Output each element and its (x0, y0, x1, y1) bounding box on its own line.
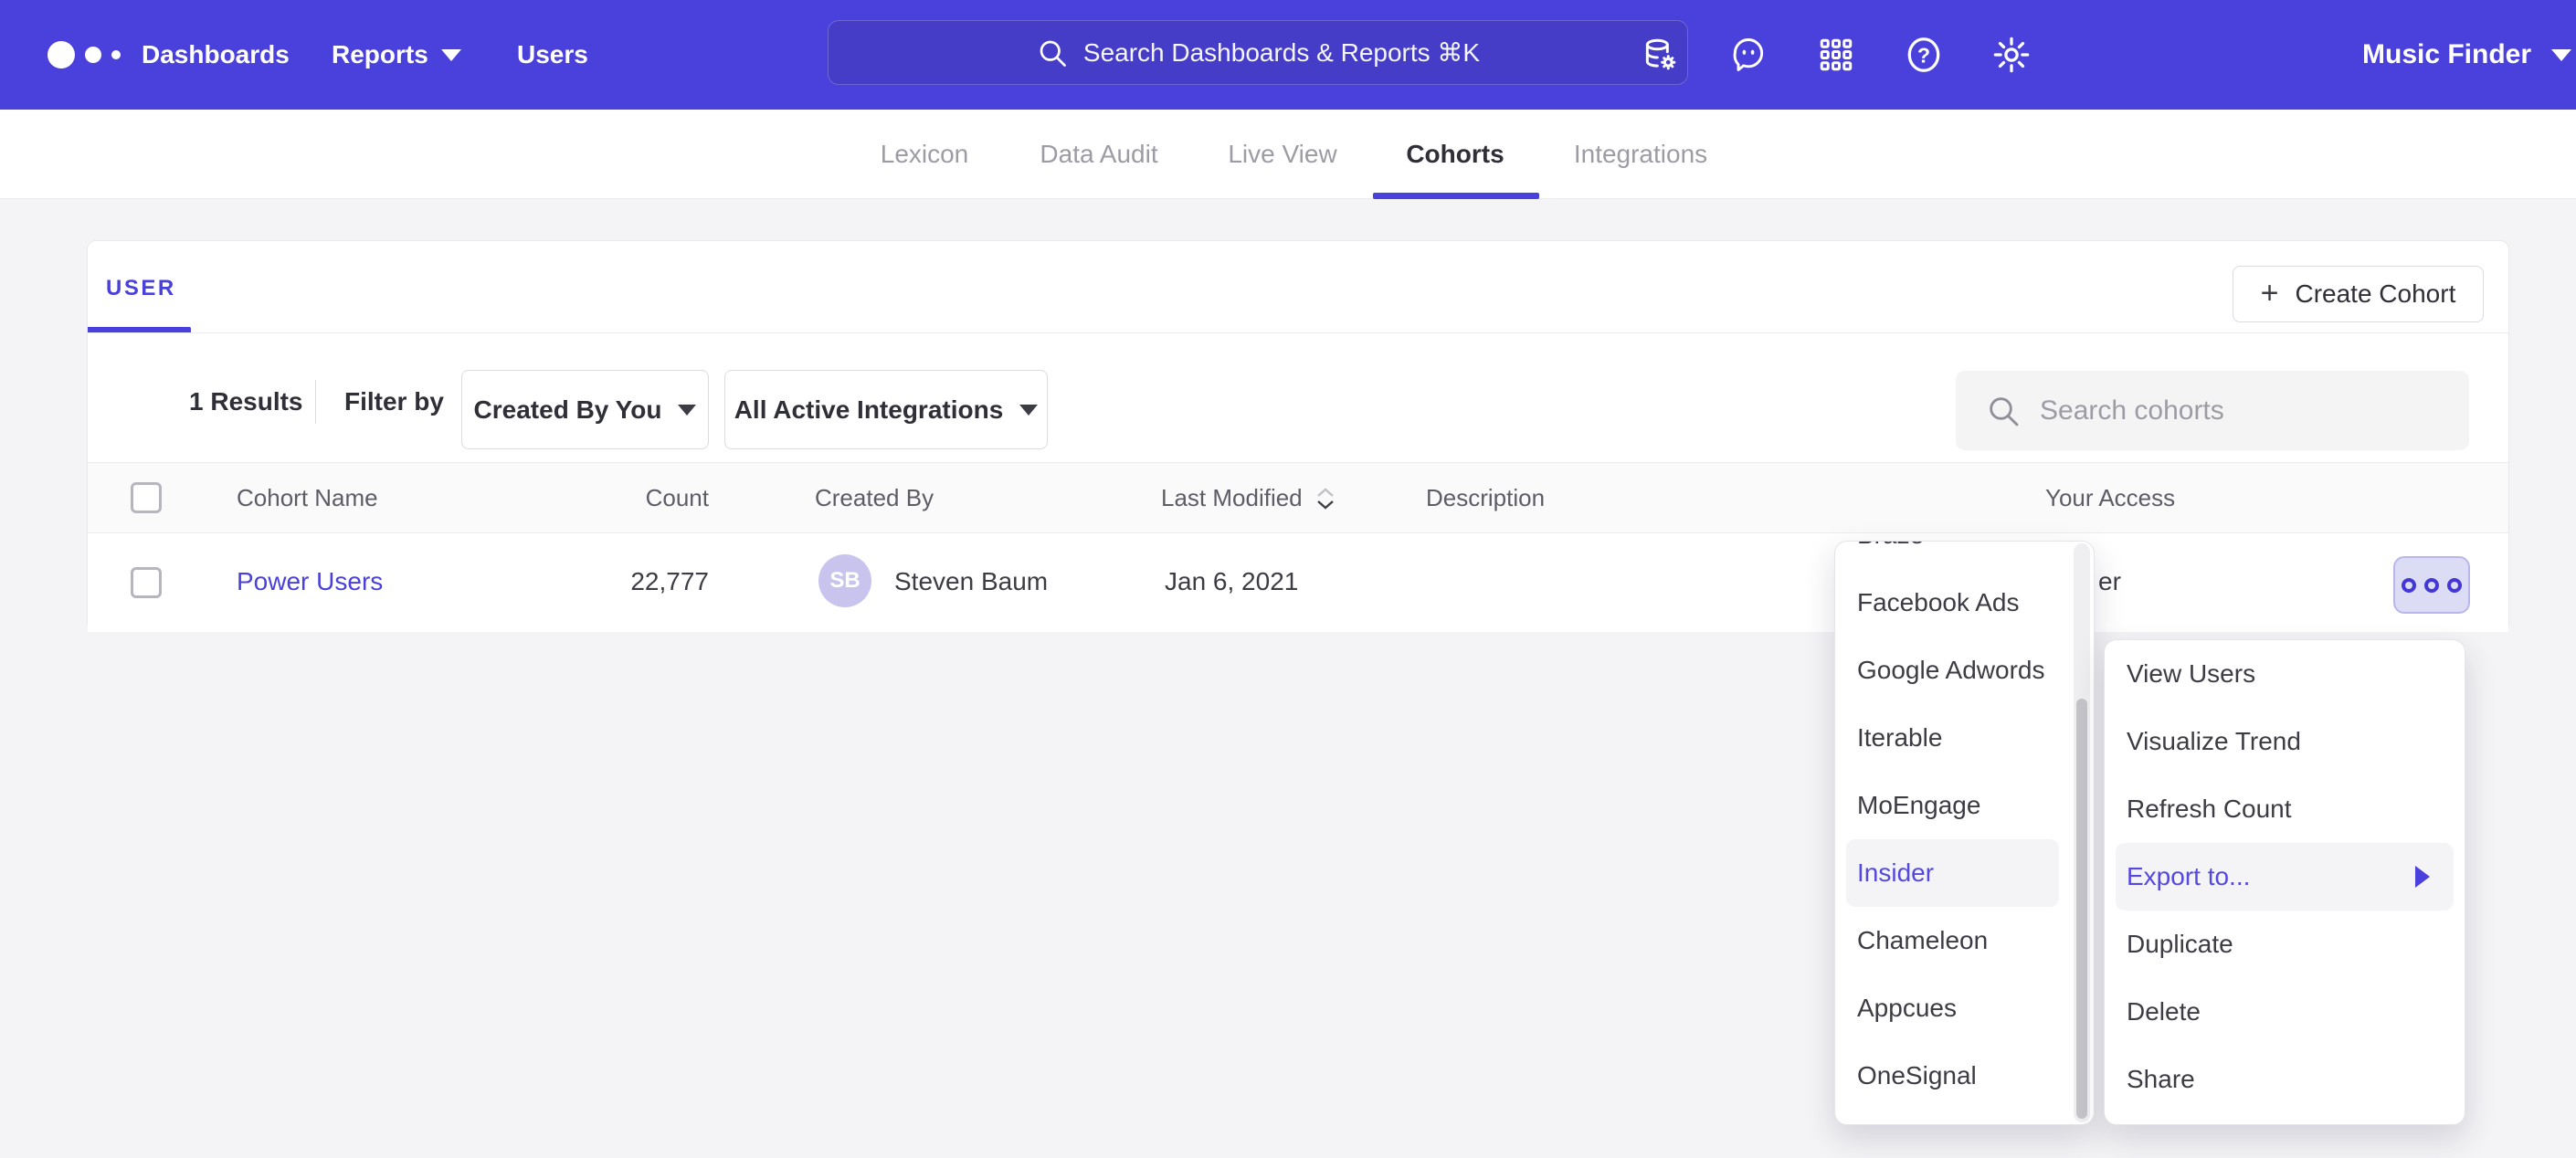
tab-cohorts[interactable]: Cohorts (1406, 110, 1504, 199)
chevron-down-icon (1019, 405, 1038, 416)
submenu-arrow-icon (2415, 866, 2430, 888)
cohorts-page: Dashboards Reports Users Search Dashboar… (0, 0, 2576, 1158)
menu-item-iterable[interactable]: Iterable (1835, 704, 2094, 772)
project-selector[interactable]: Music Finder (2362, 0, 2571, 110)
last-modified-date: Jan 6, 2021 (1165, 567, 1298, 596)
menu-item-google-adwords[interactable]: Google Adwords (1835, 637, 2094, 704)
nav-reports[interactable]: Reports (332, 0, 461, 110)
search-icon (1036, 37, 1069, 69)
tab-integrations[interactable]: Integrations (1574, 110, 1707, 199)
settings-icon[interactable] (1968, 0, 2055, 110)
created-by-filter[interactable]: Created By You (461, 370, 709, 449)
col-your-access[interactable]: Your Access (2045, 463, 2175, 533)
dot-icon (2402, 578, 2416, 593)
cohort-count: 22,777 (544, 567, 709, 596)
global-search-placeholder: Search Dashboards & Reports ⌘K (1083, 37, 1480, 68)
row-actions-menu: View Users Visualize Trend Refresh Count… (2104, 639, 2465, 1125)
nav-users-label: Users (517, 40, 588, 69)
dot-icon (2447, 578, 2462, 593)
table-header: Cohort Name Count Created By Last Modifi… (88, 463, 2508, 533)
menu-item-refresh-count[interactable]: Refresh Count (2105, 775, 2465, 843)
col-created-by[interactable]: Created By (815, 463, 934, 533)
row-checkbox[interactable] (131, 567, 162, 598)
creator-name: Steven Baum (894, 567, 1048, 596)
mixpanel-logo-icon[interactable] (48, 0, 121, 110)
search-cohorts-placeholder: Search cohorts (2040, 395, 2224, 426)
chevron-down-icon (2551, 49, 2571, 61)
your-access-value: er (2098, 567, 2121, 596)
integrations-filter-value: All Active Integrations (734, 395, 1004, 425)
menu-item-delete[interactable]: Delete (2105, 978, 2465, 1046)
avatar: SB (818, 554, 871, 607)
col-last-modified[interactable]: Last Modified (1161, 463, 1336, 533)
cohort-name-link[interactable]: Power Users (237, 567, 383, 596)
menu-item-duplicate[interactable]: Duplicate (2105, 911, 2465, 978)
menu-item-view-users[interactable]: View Users (2105, 640, 2465, 708)
divider (315, 380, 316, 424)
divider (88, 332, 2508, 333)
menu-scrollbar-track[interactable] (2074, 543, 2090, 1122)
menu-item-braze[interactable]: Braze (1835, 541, 2094, 569)
menu-item-insider[interactable]: Insider (1846, 839, 2059, 907)
create-cohort-button[interactable]: + Create Cohort (2233, 266, 2484, 322)
tab-data-audit[interactable]: Data Audit (1040, 110, 1157, 199)
menu-item-facebook-ads[interactable]: Facebook Ads (1835, 569, 2094, 637)
help-icon[interactable]: ? (1880, 0, 1968, 110)
chevron-down-icon (678, 405, 696, 416)
col-count[interactable]: Count (544, 463, 709, 533)
dot-icon (2424, 578, 2439, 593)
cohorts-panel: USER + Create Cohort 1 Results Filter by… (87, 240, 2509, 632)
created-by-filter-value: Created By You (474, 395, 662, 425)
table-row[interactable]: Power Users 22,777 SB Steven Baum Jan 6,… (88, 533, 2508, 632)
data-management-icon[interactable] (1617, 0, 1705, 110)
select-all-checkbox[interactable] (131, 482, 162, 513)
search-cohorts-input[interactable]: Search cohorts (1956, 371, 2469, 450)
col-cohort-name[interactable]: Cohort Name (237, 463, 378, 533)
integrations-filter[interactable]: All Active Integrations (724, 370, 1048, 449)
feedback-icon[interactable] (1705, 0, 1792, 110)
svg-text:?: ? (1917, 43, 1930, 67)
create-cohort-label: Create Cohort (2295, 279, 2455, 309)
menu-item-onesignal[interactable]: OneSignal (1835, 1042, 2094, 1110)
nav-dashboards-label: Dashboards (142, 40, 290, 69)
apps-grid-icon[interactable] (1792, 0, 1880, 110)
global-search-input[interactable]: Search Dashboards & Reports ⌘K (828, 20, 1688, 85)
export-integrations-menu: Braze Facebook Ads Google Adwords Iterab… (1834, 541, 2095, 1125)
data-management-tabs: Lexicon Data Audit Live View Cohorts Int… (0, 110, 2576, 199)
sort-descending-icon (1315, 487, 1336, 511)
chevron-down-icon (441, 49, 461, 61)
menu-item-appcues[interactable]: Appcues (1835, 974, 2094, 1042)
tab-user-cohorts[interactable]: USER (106, 276, 176, 301)
search-icon (1985, 393, 2022, 429)
project-name: Music Finder (2362, 39, 2531, 70)
nav-reports-label: Reports (332, 40, 428, 69)
menu-item-export-to[interactable]: Export to... (2116, 843, 2454, 911)
top-navbar: Dashboards Reports Users Search Dashboar… (0, 0, 2576, 110)
col-description[interactable]: Description (1426, 463, 1545, 533)
active-tab-underline (1373, 193, 1539, 199)
nav-dashboards[interactable]: Dashboards (142, 0, 290, 110)
plus-icon: + (2261, 278, 2279, 309)
export-to-label: Export to... (2127, 862, 2250, 890)
row-actions-button[interactable] (2393, 556, 2470, 614)
menu-item-visualize-trend[interactable]: Visualize Trend (2105, 708, 2465, 775)
navbar-icon-group: ? (1617, 0, 2055, 110)
nav-users[interactable]: Users (517, 0, 588, 110)
results-count: 1 Results (189, 387, 303, 416)
tab-live-view[interactable]: Live View (1228, 110, 1336, 199)
menu-scrollbar-thumb[interactable] (2076, 699, 2087, 1119)
filter-by-label: Filter by (344, 387, 444, 416)
menu-item-chameleon[interactable]: Chameleon (1835, 907, 2094, 974)
tab-lexicon[interactable]: Lexicon (881, 110, 969, 199)
menu-item-moengage[interactable]: MoEngage (1835, 772, 2094, 839)
menu-item-share[interactable]: Share (2105, 1046, 2465, 1113)
